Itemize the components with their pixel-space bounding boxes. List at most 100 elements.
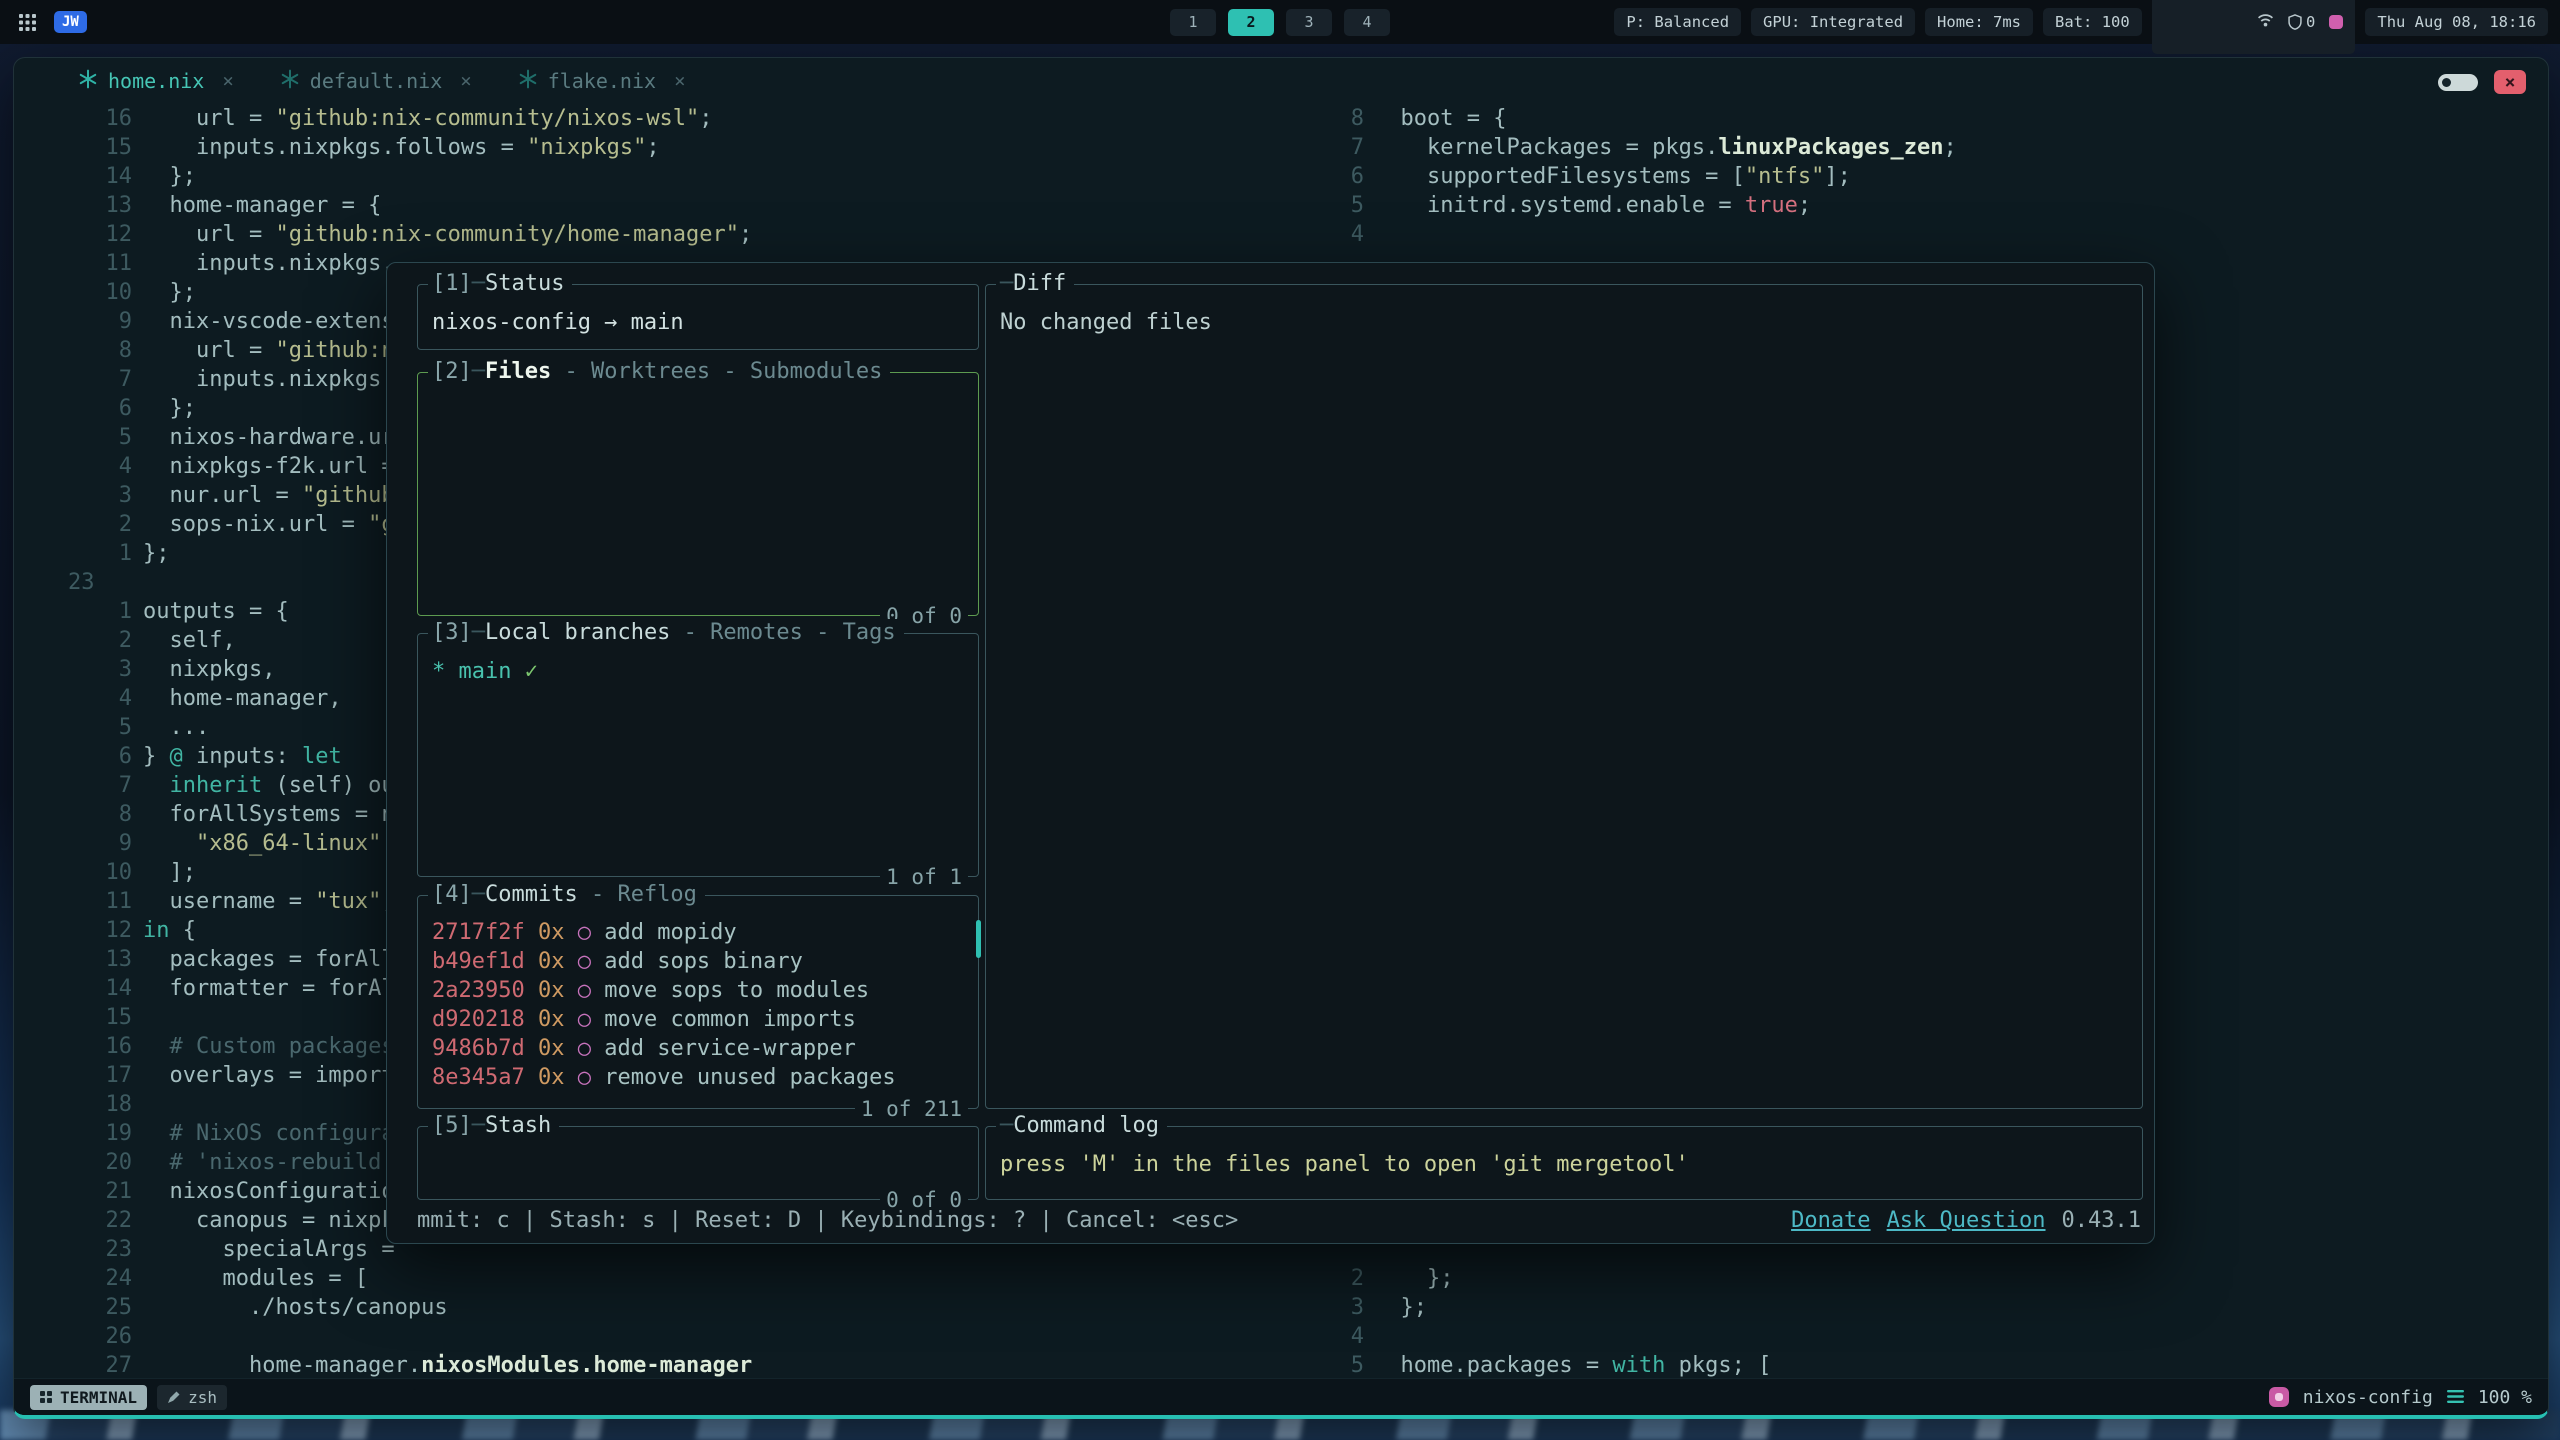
commit-row[interactable]: d920218 0x ○ move common imports [432, 1005, 964, 1034]
commit-row[interactable]: 9486b7d 0x ○ add service-wrapper [432, 1034, 964, 1063]
code-line[interactable]: 27 home-manager.nixosModules.home-manage… [14, 1351, 1284, 1380]
line-number: 14 [54, 162, 132, 191]
workspace-4[interactable]: 4 [1344, 9, 1390, 36]
code-line[interactable]: 7 kernelPackages = pkgs.linuxPackages_ze… [1294, 133, 2544, 162]
pencil-icon [167, 1391, 180, 1404]
line-number: 4 [54, 684, 132, 713]
code-line[interactable]: 5 home.packages = with pkgs; [ [1294, 1351, 2544, 1380]
panel-title: Status [485, 271, 564, 296]
code-line[interactable]: 8 boot = { [1294, 104, 2544, 133]
line-number: 10 [54, 278, 132, 307]
tab-home-nix[interactable]: home.nix × [78, 69, 234, 94]
workspace-1[interactable]: 1 [1170, 9, 1216, 36]
panel-status[interactable]: [1]─Status nixos-config → main [417, 284, 979, 350]
tab-label: home.nix [108, 69, 204, 93]
nix-snowflake-icon [280, 69, 300, 94]
commits-scrollbar[interactable] [976, 920, 981, 958]
lazygit-keybar: mmit: c | Stash: s | Reset: D | Keybindi… [417, 1207, 2141, 1235]
shield-icon[interactable]: 0 [2288, 13, 2315, 31]
line-number: 3 [54, 655, 132, 684]
line-number: 9 [54, 307, 132, 336]
code-line[interactable]: 13 home-manager = { [14, 191, 1284, 220]
panel-commits[interactable]: [4]─Commits - Reflog 2717f2f 0x ○ add mo… [417, 895, 979, 1109]
line-number: 20 [54, 1148, 132, 1177]
line-number: 6 [1294, 162, 1364, 191]
panel-key: [5] [432, 1113, 472, 1138]
code-line[interactable]: 5 initrd.systemd.enable = true; [1294, 191, 2544, 220]
window-toggle[interactable] [2438, 74, 2478, 91]
window-close-button[interactable]: × [2494, 70, 2526, 94]
editor-pane-right[interactable]: 8 boot = {7 kernelPackages = pkgs.linuxP… [1294, 104, 2544, 249]
panel-tabs[interactable]: - Worktrees - Submodules [551, 359, 882, 384]
line-number: 9 [54, 829, 132, 858]
code-line[interactable]: 4 [1294, 1322, 2544, 1351]
code-line[interactable]: 14 }; [14, 162, 1284, 191]
branches-count: 1 of 1 [880, 863, 968, 891]
line-number: 6 [54, 742, 132, 771]
commit-row[interactable]: 8e345a7 0x ○ remove unused packages [432, 1063, 964, 1092]
wifi-icon[interactable] [2164, 0, 2274, 49]
tab-close-icon[interactable]: × [460, 70, 471, 92]
tab-bar: home.nix × default.nix × flake.nix × [14, 58, 2548, 104]
code-line[interactable]: 2 }; [1294, 1264, 2544, 1293]
code-line[interactable]: 16 url = "github:nix-community/nixos-wsl… [14, 104, 1284, 133]
line-number: 4 [1294, 220, 1364, 249]
line-number: 15 [54, 1003, 132, 1032]
shell-tab[interactable]: zsh [157, 1385, 227, 1410]
commit-list: 2717f2f 0x ○ add mopidyb49ef1d 0x ○ add … [418, 896, 978, 1092]
line-number: 7 [54, 365, 132, 394]
app-launcher-icon[interactable] [12, 7, 42, 37]
commit-row[interactable]: 2a23950 0x ○ move sops to modules [432, 976, 964, 1005]
line-number: 13 [54, 191, 132, 220]
tab-close-icon[interactable]: × [674, 70, 685, 92]
line-number: 8 [1294, 104, 1364, 133]
line-number: 5 [1294, 1351, 1364, 1380]
panel-tabs[interactable]: - Remotes - Tags [670, 620, 895, 645]
session-icon[interactable] [2269, 1387, 2289, 1407]
panel-tabs[interactable]: - Reflog [578, 882, 697, 907]
line-number: 22 [54, 1206, 132, 1235]
line-number: 26 [54, 1322, 132, 1351]
diff-content: No changed files [986, 285, 2142, 337]
layout-list-icon[interactable] [2447, 1387, 2464, 1408]
code-line[interactable]: 4 [1294, 220, 2544, 249]
code-line[interactable]: 12 url = "github:nix-community/home-mana… [14, 220, 1284, 249]
donate-link[interactable]: Donate [1791, 1207, 1870, 1235]
line-number: 4 [54, 452, 132, 481]
code-line[interactable]: 15 inputs.nixpkgs.follows = "nixpkgs"; [14, 133, 1284, 162]
nix-snowflake-icon [78, 69, 98, 94]
panel-branches[interactable]: [3]─Local branches - Remotes - Tags * ma… [417, 633, 979, 877]
tab-close-icon[interactable]: × [222, 70, 233, 92]
ask-question-link[interactable]: Ask Question [1887, 1207, 2046, 1235]
line-number: 5 [1294, 191, 1364, 220]
line-number: 7 [54, 771, 132, 800]
editor-pane-right-bottom[interactable]: 2 };3 };45 home.packages = with pkgs; [ [1294, 1264, 2544, 1380]
code-line[interactable]: 25 ./hosts/canopus [14, 1293, 1284, 1322]
line-number: 2 [1294, 1264, 1364, 1293]
panel-diff[interactable]: ─Diff No changed files [985, 284, 2143, 1109]
tab-flake-nix[interactable]: flake.nix × [518, 69, 686, 94]
line-number: 5 [54, 713, 132, 742]
user-badge[interactable]: JW [54, 11, 87, 33]
line-number: 27 [54, 1351, 132, 1380]
mode-indicator: TERMINAL [30, 1385, 147, 1410]
panel-stash[interactable]: [5]─Stash 0 of 0 [417, 1126, 979, 1200]
commit-row[interactable]: b49ef1d 0x ○ add sops binary [432, 947, 964, 976]
panel-files[interactable]: [2]─Files - Worktrees - Submodules 0 of … [417, 372, 979, 616]
code-line[interactable]: 24 modules = [ [14, 1264, 1284, 1293]
panel-key: [4] [432, 882, 472, 907]
code-line[interactable]: 6 supportedFilesystems = ["ntfs"]; [1294, 162, 2544, 191]
code-line[interactable]: 3 }; [1294, 1293, 2544, 1322]
session-name[interactable]: nixos-config [2303, 1387, 2433, 1408]
code-line[interactable]: 26 [14, 1322, 1284, 1351]
workspace-2[interactable]: 2 [1228, 9, 1274, 36]
line-number: 14 [54, 974, 132, 1003]
line-number: 3 [1294, 1293, 1364, 1322]
indicator-icon[interactable] [2329, 15, 2343, 29]
top-bar: JW 1 2 3 4 P: Balanced GPU: Integrated H… [0, 0, 2560, 44]
panel-command-log[interactable]: ─Command log press 'M' in the files pane… [985, 1126, 2143, 1200]
workspace-3[interactable]: 3 [1286, 9, 1332, 36]
tab-default-nix[interactable]: default.nix × [280, 69, 472, 94]
commit-row[interactable]: 2717f2f 0x ○ add mopidy [432, 918, 964, 947]
shield-count: 0 [2306, 13, 2315, 31]
